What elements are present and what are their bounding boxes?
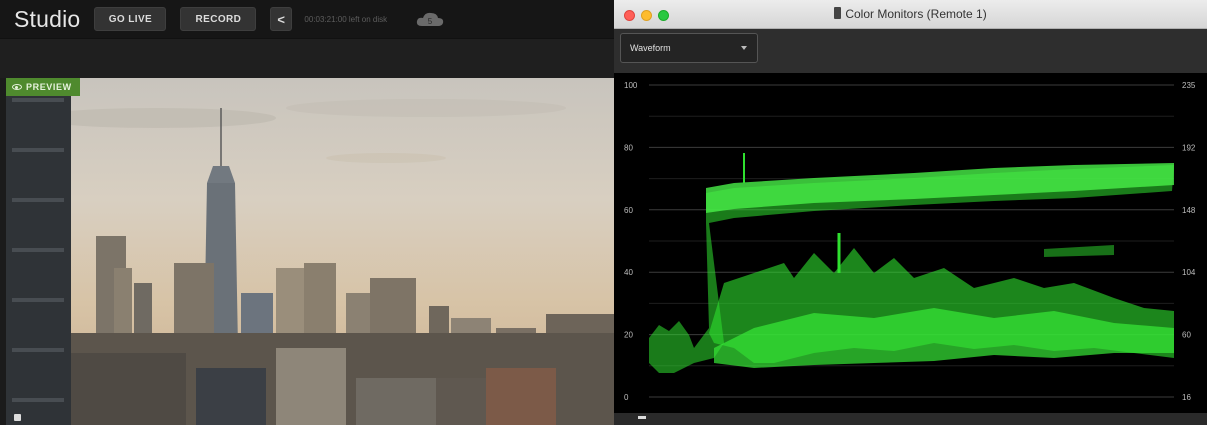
monitor-toolbar: Waveform bbox=[614, 29, 1207, 73]
scope-mode-value: Waveform bbox=[630, 43, 671, 53]
studio-subbar bbox=[0, 38, 614, 78]
preview-badge: PREVIEW bbox=[6, 78, 80, 96]
cloud-badge: 5 bbox=[428, 17, 433, 26]
left-scale-label: 60 bbox=[624, 206, 633, 215]
left-scale-label: 80 bbox=[624, 143, 633, 152]
right-scale-label: 104 bbox=[1182, 268, 1196, 277]
left-scale-label: 0 bbox=[624, 393, 629, 402]
share-button[interactable]: < bbox=[270, 7, 293, 31]
color-monitors-window: Color Monitors (Remote 1) Waveform 100 8… bbox=[614, 0, 1207, 425]
waveform-trace bbox=[649, 153, 1174, 373]
scope-bottom-strip bbox=[614, 413, 1207, 425]
left-scale-label: 100 bbox=[624, 81, 638, 90]
app-title: Studio bbox=[14, 5, 81, 32]
right-scale-label: 192 bbox=[1182, 143, 1196, 152]
preview-video[interactable]: PREVIEW bbox=[6, 78, 614, 425]
left-scale-label: 40 bbox=[624, 268, 633, 277]
studio-panel: Studio GO LIVE RECORD < 00:03:21:00 left… bbox=[0, 0, 614, 425]
waveform-scope: 100 80 60 40 20 0 235 192 148 104 60 16 bbox=[614, 73, 1207, 413]
window-title: Color Monitors (Remote 1) bbox=[614, 7, 1207, 21]
go-live-button[interactable]: GO LIVE bbox=[94, 7, 167, 31]
resize-handle[interactable] bbox=[638, 416, 646, 419]
preview-label: PREVIEW bbox=[26, 82, 72, 92]
right-scale-label: 60 bbox=[1182, 331, 1191, 340]
right-scale-label: 235 bbox=[1182, 81, 1196, 90]
waveform-graph: 100 80 60 40 20 0 235 192 148 104 60 16 bbox=[624, 81, 1196, 402]
document-icon bbox=[834, 7, 842, 19]
left-scale-label: 20 bbox=[624, 331, 633, 340]
share-icon: < bbox=[277, 11, 286, 27]
studio-toolbar: Studio GO LIVE RECORD < 00:03:21:00 left… bbox=[0, 0, 614, 38]
city-skyline-image bbox=[6, 78, 614, 425]
cloud-icon: 5 bbox=[417, 12, 444, 26]
record-button[interactable]: RECORD bbox=[180, 7, 257, 31]
chevron-down-icon bbox=[741, 46, 747, 50]
lock-icon bbox=[14, 414, 21, 421]
eye-icon bbox=[12, 84, 22, 90]
right-scale-label: 16 bbox=[1182, 393, 1191, 402]
screen: Studio GO LIVE RECORD < 00:03:21:00 left… bbox=[0, 0, 1207, 425]
left-scale: 100 80 60 40 20 0 bbox=[624, 81, 638, 402]
cloud-button[interactable]: 5 bbox=[415, 10, 445, 28]
window-titlebar: Color Monitors (Remote 1) bbox=[614, 0, 1207, 29]
right-scale-label: 148 bbox=[1182, 206, 1196, 215]
disk-status: 00:03:21:00 left on disk bbox=[304, 14, 388, 24]
right-scale: 235 192 148 104 60 16 bbox=[1182, 81, 1196, 402]
scope-mode-select[interactable]: Waveform bbox=[620, 33, 758, 63]
